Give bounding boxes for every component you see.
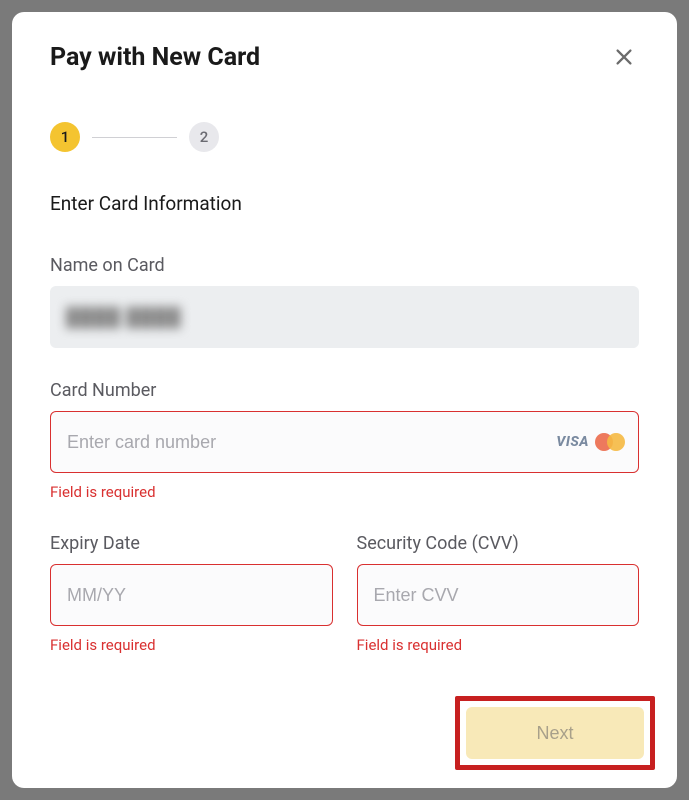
stepper: 1 2 xyxy=(50,122,639,152)
card-number-input[interactable] xyxy=(50,411,639,473)
expiry-group: Expiry Date Field is required xyxy=(50,533,333,654)
next-button[interactable]: Next xyxy=(466,707,644,759)
cvv-label: Security Code (CVV) xyxy=(357,533,640,554)
expiry-input[interactable] xyxy=(50,564,333,626)
modal-title: Pay with New Card xyxy=(50,43,260,72)
step-1: 1 xyxy=(50,122,80,152)
step-2: 2 xyxy=(189,122,219,152)
mastercard-icon xyxy=(595,433,625,451)
card-number-error: Field is required xyxy=(50,483,639,501)
step-line xyxy=(92,137,177,138)
name-group: Name on Card ████ ████ xyxy=(50,255,639,348)
close-icon xyxy=(613,46,635,68)
modal-header: Pay with New Card xyxy=(50,42,639,72)
section-title: Enter Card Information xyxy=(50,192,639,215)
payment-modal: Pay with New Card 1 2 Enter Card Informa… xyxy=(12,12,677,788)
card-number-label: Card Number xyxy=(50,380,639,401)
close-button[interactable] xyxy=(609,42,639,72)
expiry-cvv-row: Expiry Date Field is required Security C… xyxy=(50,533,639,686)
visa-icon: VISA xyxy=(556,434,589,450)
expiry-error: Field is required xyxy=(50,636,333,654)
card-brand-icons: VISA xyxy=(556,433,625,451)
cvv-error: Field is required xyxy=(357,636,640,654)
cvv-input[interactable] xyxy=(357,564,640,626)
cvv-group: Security Code (CVV) Field is required xyxy=(357,533,640,654)
card-number-group: Card Number VISA Field is required xyxy=(50,380,639,501)
name-label: Name on Card xyxy=(50,255,639,276)
expiry-label: Expiry Date xyxy=(50,533,333,554)
next-highlight: Next xyxy=(455,696,655,770)
name-input[interactable]: ████ ████ xyxy=(50,286,639,348)
name-value: ████ ████ xyxy=(66,307,182,328)
